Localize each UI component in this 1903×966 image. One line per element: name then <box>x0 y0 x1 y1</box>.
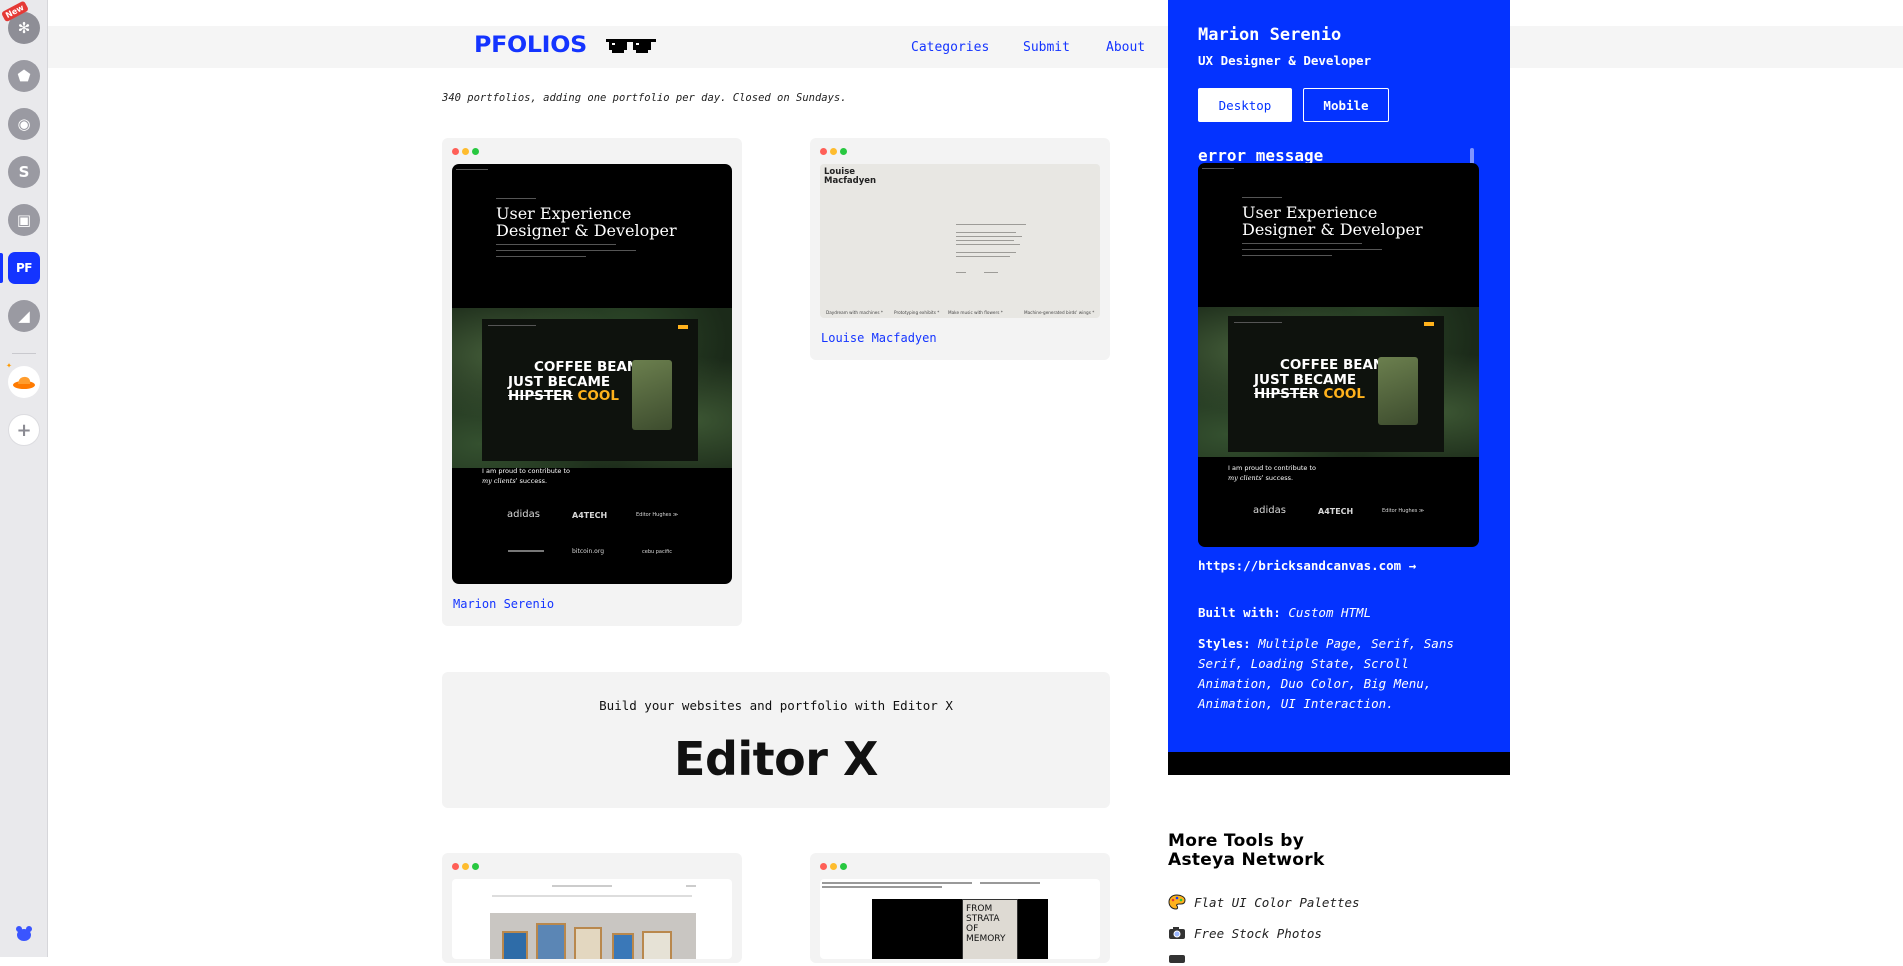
window-dots <box>452 863 479 870</box>
tool-next-partial[interactable] <box>1168 950 1186 966</box>
add-app-button[interactable]: + <box>8 414 40 446</box>
dock-divider <box>12 353 36 354</box>
louise-footer-2: Prototyping exhibits * <box>894 310 940 315</box>
detail-coffee-bag-image <box>1378 357 1418 425</box>
detail-hero-title: User Experience Designer & Developer <box>1242 203 1423 239</box>
preview-coffee-headline: COFFEE BEANS JUST BECAME HIPSTER COOL <box>508 359 648 405</box>
shield-app-icon[interactable]: ⬟ <box>8 60 40 92</box>
pixel-glasses-icon <box>606 39 656 53</box>
detail-brand-adidas: adidas <box>1253 505 1286 516</box>
styles-list: Styles: Multiple Page, Serif, Sans Serif… <box>1198 636 1454 711</box>
louise-footer-3: Make music with flowers * <box>948 310 1003 315</box>
palette-app-icon[interactable]: ◉ <box>8 108 40 140</box>
preview-louise-title: Louise Macfadyen <box>824 167 877 186</box>
preview-proud-text: I am proud to contribute to my clients' … <box>482 467 570 485</box>
tabs-app-icon[interactable]: ▣ <box>8 204 40 236</box>
bottom-right-preview-image[interactable]: FROM STRATA OF MEMORY <box>820 879 1100 959</box>
strata-title: FROM STRATA OF MEMORY <box>962 899 1018 959</box>
tool-free-stock-photos[interactable]: Free Stock Photos <box>1168 925 1322 941</box>
detail-preview-image[interactable]: User Experience Designer & Developer COF… <box>1198 163 1479 547</box>
detail-name: Marion Serenio <box>1198 25 1342 45</box>
browser-sidebar: New ✻ ⬟ ◉ S ▣ PF ◢ ✦ + <box>0 0 48 957</box>
nav-submit[interactable]: Submit <box>1023 40 1070 55</box>
louise-footer-1: Daydream with machines * <box>826 310 883 315</box>
mobile-view-button[interactable]: Mobile <box>1303 88 1389 122</box>
window-dots <box>452 148 479 155</box>
built-with: Built with: Custom HTML <box>1198 605 1372 620</box>
tool-flat-ui-colors[interactable]: Flat UI Color Palettes <box>1168 894 1360 910</box>
window-dots <box>820 863 847 870</box>
marion-preview-image[interactable]: User Experience Designer & Developer COF… <box>452 164 732 584</box>
brand-editor-hughes: Editor Hughes ≫ <box>636 512 679 518</box>
nav-about[interactable]: About <box>1106 40 1145 55</box>
louise-footer-4: Machine-generated birds' wings * <box>1024 310 1095 315</box>
detail-brand-a4tech: A4TECH <box>1318 507 1354 516</box>
detail-proud-text: I am proud to contribute to my clients' … <box>1228 464 1316 482</box>
brand-adidas: adidas <box>507 509 540 520</box>
camera-icon <box>1168 925 1186 941</box>
tool-icon <box>1168 950 1186 966</box>
brand-cebu-pacific: cebu pacific <box>642 549 673 555</box>
detail-brand-editor-hughes: Editor Hughes ≫ <box>1382 508 1425 514</box>
editor-x-logo: Editor X <box>674 732 878 786</box>
hat-icon <box>13 376 35 389</box>
louise-preview-image[interactable]: Louise Macfadyen Daydream with machines … <box>820 164 1100 318</box>
s-app-icon[interactable]: S <box>8 156 40 188</box>
brand-a4tech: A4TECH <box>572 511 608 520</box>
detail-role: UX Designer & Developer <box>1198 53 1372 68</box>
preview-hero-title: User Experience Designer & Developer <box>496 204 677 240</box>
framed-prints-image <box>490 913 696 959</box>
portfolio-url-link[interactable]: https://bricksandcanvas.com → <box>1198 558 1416 573</box>
site-logo[interactable]: PFOLIOS <box>474 33 587 58</box>
more-tools-title: More Tools by Asteya Network <box>1168 831 1325 870</box>
brand-bitcoin: bitcoin.org <box>572 548 605 555</box>
card-name-marion[interactable]: Marion Serenio <box>453 597 554 611</box>
detail-panel-footer <box>1168 752 1510 775</box>
palette-icon <box>1168 894 1186 910</box>
card-name-louise[interactable]: Louise Macfadyen <box>821 331 937 345</box>
coffee-bag-image <box>632 360 672 430</box>
bottom-left-preview-image[interactable] <box>452 879 732 959</box>
ad-text: Build your websites and portfolio with E… <box>599 698 953 713</box>
pfolios-app-icon[interactable]: PF <box>8 252 40 284</box>
detail-coffee-headline: COFFEE BEANS JUST BECAME HIPSTER COOL <box>1254 357 1394 403</box>
window-dots <box>820 148 847 155</box>
bear-icon[interactable] <box>14 924 34 942</box>
strata-poster: FROM STRATA OF MEMORY <box>872 899 1048 959</box>
tagline: 340 portfolios, adding one portfolio per… <box>442 92 847 104</box>
chart-app-icon[interactable]: ◢ <box>8 300 40 332</box>
desktop-view-button[interactable]: Desktop <box>1198 88 1292 122</box>
editor-x-ad[interactable]: Build your websites and portfolio with E… <box>442 672 1110 808</box>
active-indicator <box>0 253 3 283</box>
hat-app-icon[interactable] <box>8 366 40 398</box>
top-strip <box>48 0 1903 26</box>
nav-categories[interactable]: Categories <box>911 40 989 55</box>
